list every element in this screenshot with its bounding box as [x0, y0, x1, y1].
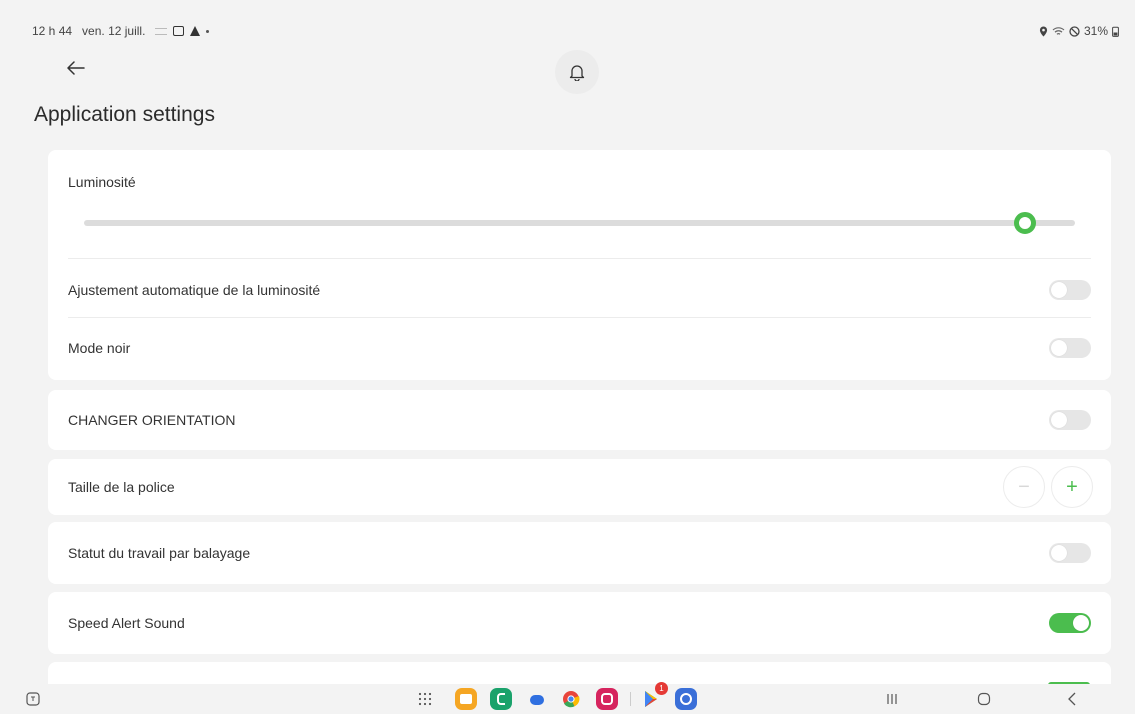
status-time: 12 h 44 [32, 24, 73, 38]
speed-alert-row: Speed Alert Sound [68, 594, 1091, 652]
orientation-toggle[interactable] [1049, 410, 1091, 430]
brightness-label: Luminosité [68, 174, 136, 190]
brightness-slider-thumb[interactable] [1014, 212, 1037, 234]
font-size-card: Taille de la police − + [48, 459, 1111, 515]
battery-level: 31% [1083, 24, 1108, 38]
navigation-arrow-icon [190, 26, 201, 36]
do-not-disturb-icon [1069, 25, 1080, 37]
dark-mode-toggle[interactable] [1049, 338, 1091, 358]
font-size-label: Taille de la police [68, 479, 175, 495]
dark-mode-row: Mode noir [68, 319, 1091, 377]
page-title: Application settings [34, 103, 215, 126]
font-size-decrease-button[interactable]: − [1003, 466, 1045, 508]
recents-button[interactable] [880, 688, 904, 710]
wifi-icon [1052, 26, 1065, 35]
chat-bubble-icon [530, 695, 544, 705]
chrome-icon [563, 691, 580, 708]
orientation-row: CHANGER ORIENTATION [68, 391, 1091, 449]
phone-icon [497, 693, 505, 705]
instagram-app-icon[interactable] [596, 688, 618, 710]
messages-app-icon[interactable] [526, 688, 548, 710]
system-nav-bar: 1 [0, 682, 1135, 714]
speed-alert-label: Speed Alert Sound [68, 615, 185, 631]
battery-icon [1112, 26, 1119, 37]
swipe-status-card: Statut du travail par balayage [48, 522, 1111, 584]
bell-icon [569, 65, 585, 81]
divider [68, 258, 1091, 259]
arrow-left-icon [67, 61, 85, 75]
display-settings-card: Luminosité Ajustement automatique de la … [48, 150, 1111, 380]
notifications-button[interactable] [555, 50, 599, 94]
auto-brightness-label: Ajustement automatique de la luminosité [68, 282, 321, 298]
chrome-app-icon[interactable] [560, 688, 582, 710]
recents-icon [887, 694, 897, 704]
status-right: 31% [1039, 24, 1119, 38]
chevron-left-icon [1068, 692, 1076, 706]
brightness-slider[interactable] [84, 212, 1075, 234]
app-drawer-button[interactable] [416, 688, 434, 710]
dark-mode-label: Mode noir [68, 340, 131, 356]
swipe-status-toggle[interactable] [1049, 543, 1091, 563]
app-logo-icon [680, 693, 692, 705]
status-bar: 12 h 44 ven. 12 juill. 31% [0, 0, 1135, 44]
speed-alert-card: Speed Alert Sound [48, 592, 1111, 654]
auto-brightness-row: Ajustement automatique de la luminosité [68, 261, 1091, 319]
home-button[interactable] [972, 688, 996, 710]
swipe-status-label: Statut du travail par balayage [68, 545, 251, 561]
app-screen: 12 h 44 ven. 12 juill. 31% Application s… [0, 0, 1135, 714]
status-left: 12 h 44 ven. 12 juill. [32, 24, 210, 38]
notification-lines-icon [155, 27, 168, 35]
font-size-row: Taille de la police − + [68, 458, 1093, 516]
files-app-icon[interactable] [455, 688, 477, 710]
more-notifications-icon [206, 29, 210, 33]
camera-icon [601, 693, 613, 705]
screenshot-icon [26, 692, 40, 706]
home-icon [977, 692, 991, 706]
play-store-badge: 1 [655, 682, 668, 695]
font-size-stepper: − + [1003, 466, 1093, 508]
recent-apps-edge-button[interactable] [24, 688, 42, 710]
speed-alert-toggle[interactable] [1049, 613, 1091, 633]
location-icon [1039, 26, 1048, 36]
dock-divider [630, 692, 631, 706]
status-date: ven. 12 juill. [82, 24, 146, 38]
orientation-card: CHANGER ORIENTATION [48, 390, 1111, 450]
font-size-increase-button[interactable]: + [1051, 466, 1093, 508]
system-back-button[interactable] [1060, 688, 1084, 710]
play-store-app-icon[interactable]: 1 [640, 682, 668, 710]
divider [68, 317, 1091, 318]
grid-icon [418, 692, 432, 706]
auto-brightness-toggle[interactable] [1049, 280, 1091, 300]
folder-icon [460, 694, 472, 704]
back-button[interactable] [58, 50, 94, 86]
gallery-icon [173, 26, 185, 36]
recent-app-icon[interactable] [675, 688, 697, 710]
phone-app-icon[interactable] [490, 688, 512, 710]
orientation-label: CHANGER ORIENTATION [68, 412, 236, 428]
swipe-status-row: Statut du travail par balayage [68, 524, 1091, 582]
